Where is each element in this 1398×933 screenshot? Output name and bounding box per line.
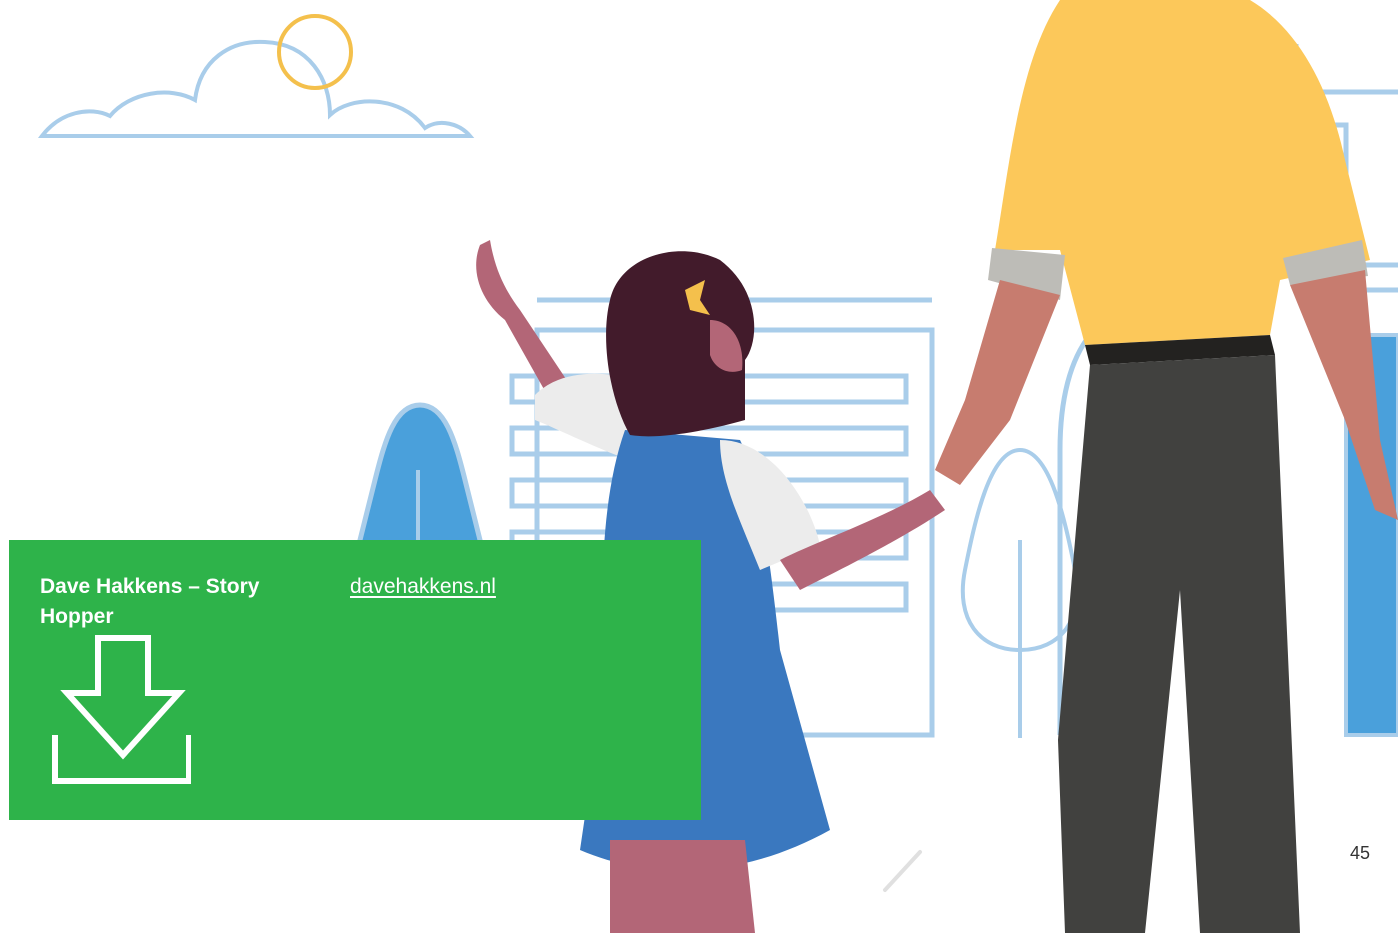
page-number: 45 bbox=[1350, 843, 1371, 863]
card-title: Dave Hakkens – Story Hopper bbox=[40, 575, 260, 628]
resource-card: Dave Hakkens – Story Hopper davehakkens.… bbox=[9, 540, 701, 820]
adult-figure bbox=[935, 0, 1398, 933]
website-link[interactable]: davehakkens.nl bbox=[350, 572, 496, 602]
cloud-icon bbox=[37, 39, 475, 138]
download-icon[interactable] bbox=[51, 635, 191, 790]
decorative-line bbox=[883, 850, 922, 892]
tree-icon-filled bbox=[351, 402, 489, 563]
sun-icon bbox=[277, 14, 353, 90]
